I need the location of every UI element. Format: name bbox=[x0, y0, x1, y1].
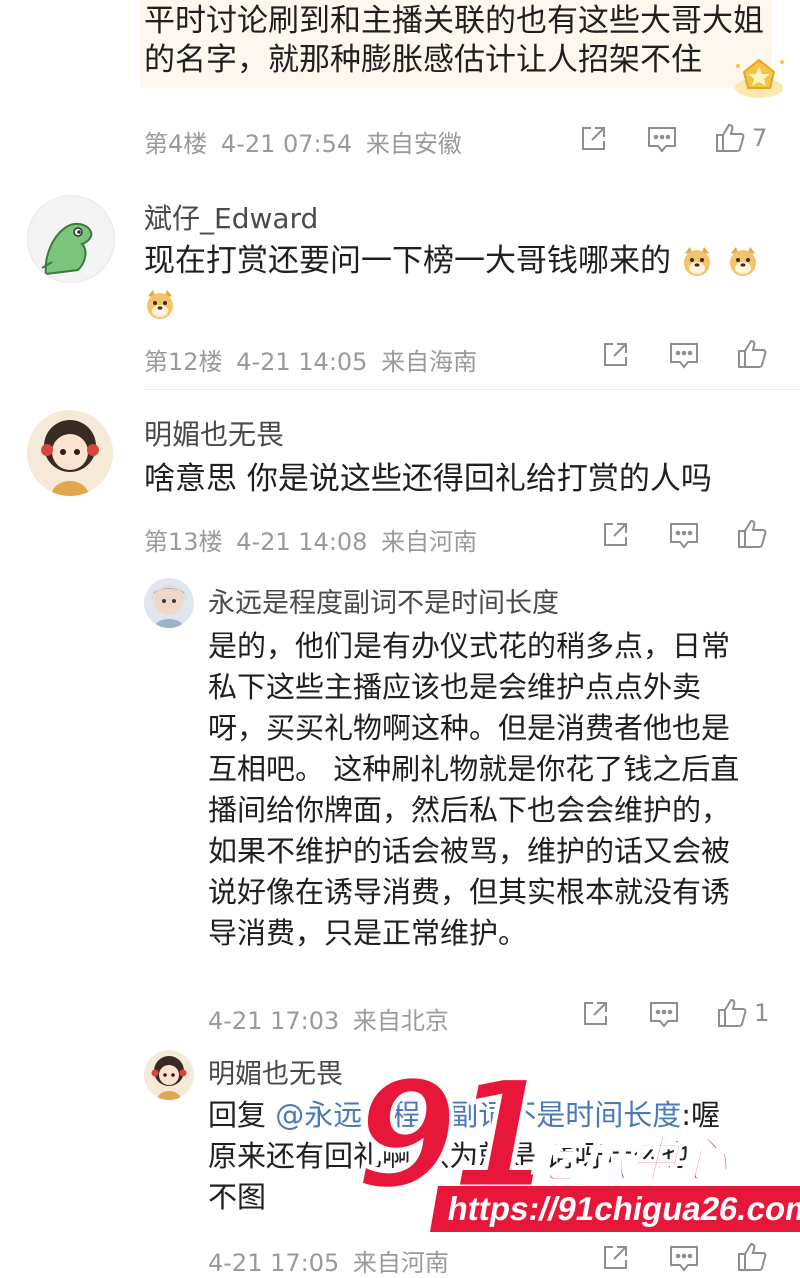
reply-button[interactable] bbox=[668, 1243, 700, 1273]
like-button[interactable]: 1 bbox=[716, 997, 769, 1029]
reply-prefix: 回复 bbox=[208, 1098, 267, 1132]
floor-label: 第12楼 bbox=[144, 348, 223, 376]
share-icon bbox=[582, 127, 605, 150]
share-button[interactable] bbox=[600, 520, 630, 550]
like-icon bbox=[738, 1242, 767, 1271]
location-label: 来自安徽 bbox=[365, 130, 462, 158]
dog-emoji bbox=[681, 245, 713, 277]
like-icon bbox=[716, 123, 745, 152]
share-button[interactable] bbox=[578, 124, 608, 154]
like-button[interactable]: 7 bbox=[714, 122, 767, 154]
like-icon bbox=[718, 998, 747, 1027]
dog-emoji bbox=[144, 288, 176, 320]
share-button[interactable] bbox=[600, 1243, 630, 1273]
reply-text-line: 互相吧。 这种刷礼物就是你花了钱之后直 bbox=[208, 752, 740, 786]
comment-text-line: 平时讨论刷到和主播关联的也有这些大哥大姐 bbox=[144, 3, 764, 39]
divider bbox=[144, 389, 800, 390]
avatar[interactable] bbox=[27, 195, 115, 283]
time-label: 4-21 14:08 bbox=[236, 528, 368, 556]
location-label: 来自河南 bbox=[381, 528, 478, 556]
comment-meta: 第4楼 4-21 07:54 来自安徽 bbox=[144, 124, 462, 159]
reply-text-line: 呀，买买礼物啊这种。但是消费者他也是 bbox=[208, 711, 731, 745]
comment-icon bbox=[670, 1246, 698, 1272]
reply-text-line: 说好像在诱导消费，但其实根本就没有诱 bbox=[208, 875, 731, 909]
location-label: 来自海南 bbox=[381, 348, 478, 376]
gold-badge-icon bbox=[730, 52, 788, 102]
comment-icon bbox=[650, 1002, 678, 1028]
dog-emoji bbox=[727, 245, 759, 277]
reply-text-line: 导消费，只是正常维护。 bbox=[208, 916, 528, 950]
share-icon bbox=[584, 1002, 607, 1025]
location-label: 来自北京 bbox=[352, 1007, 449, 1035]
comment-icon bbox=[648, 127, 676, 153]
comment-username[interactable]: 明媚也无畏 bbox=[144, 413, 284, 453]
time-label: 4-21 07:54 bbox=[220, 130, 353, 158]
share-icon bbox=[604, 523, 627, 546]
comment-icon bbox=[670, 523, 698, 549]
share-icon bbox=[604, 343, 627, 366]
time-label: 4-21 17:05 bbox=[208, 1249, 340, 1277]
reply-button[interactable] bbox=[646, 124, 678, 154]
like-button[interactable] bbox=[736, 518, 768, 550]
reply-text-line: 播间给你牌面，然后私下也会会维护的， bbox=[208, 793, 731, 827]
share-button[interactable] bbox=[580, 999, 610, 1029]
comment-icon bbox=[670, 343, 698, 369]
reply-text-line: 如果不维护的话会被骂，维护的话又会被 bbox=[208, 834, 731, 868]
comment-text: 现在打赏还要问一下榜一大哥钱哪来的 bbox=[144, 240, 774, 326]
watermark-url: https://91chigua26.com bbox=[429, 1186, 800, 1232]
reply-button[interactable] bbox=[648, 999, 680, 1029]
avatar[interactable] bbox=[144, 578, 194, 628]
watermark: 91 吃瓜中心 https://91chigua26.com bbox=[350, 1054, 800, 1242]
like-count: 1 bbox=[754, 999, 770, 1027]
reply-username[interactable]: 明媚也无畏 bbox=[208, 1052, 343, 1091]
like-icon bbox=[738, 519, 767, 548]
reply-button[interactable] bbox=[668, 520, 700, 550]
like-count: 7 bbox=[752, 124, 768, 152]
avatar[interactable] bbox=[27, 410, 113, 496]
reply-meta: 4-21 17:03 来自北京 bbox=[208, 1001, 449, 1036]
comment-meta: 第13楼 4-21 14:08 来自河南 bbox=[144, 522, 477, 557]
like-button[interactable] bbox=[736, 1241, 768, 1273]
reply-text-line: 私下这些主播应该也是会维护点点外卖 bbox=[208, 670, 702, 704]
comment-meta: 第12楼 4-21 14:05 来自海南 bbox=[144, 342, 477, 377]
location-label: 来自河南 bbox=[352, 1249, 449, 1277]
share-icon bbox=[604, 1246, 627, 1269]
comment-username[interactable]: 斌仔_Edward bbox=[144, 197, 318, 237]
comment-text: 啥意思 你是说这些还得回礼给打赏的人吗 bbox=[144, 461, 712, 497]
floor-label: 第13楼 bbox=[144, 528, 223, 556]
time-label: 4-21 14:05 bbox=[236, 348, 368, 376]
reply-button[interactable] bbox=[668, 340, 700, 370]
reply-text-line: 是的，他们是有办仪式花的稍多点，日常 bbox=[208, 629, 731, 663]
watermark-brand: 吃瓜中心 bbox=[527, 1130, 729, 1190]
comment-text: 平时讨论刷到和主播关联的也有这些大哥大姐 的名字，就那种膨胀感估计让人招架不住 bbox=[144, 0, 764, 82]
reply-text: 是的，他们是有办仪式花的稍多点，日常 私下这些主播应该也是会维护点点外卖 呀，买… bbox=[208, 626, 768, 954]
comment-text-line: 现在打赏还要问一下榜一大哥钱哪来的 bbox=[144, 243, 671, 279]
avatar[interactable] bbox=[144, 1050, 194, 1100]
reply-username[interactable]: 永远是程度副词不是时间长度 bbox=[208, 581, 559, 620]
share-button[interactable] bbox=[600, 340, 630, 370]
floor-label: 第4楼 bbox=[144, 130, 208, 158]
like-icon bbox=[738, 339, 767, 368]
time-label: 4-21 17:03 bbox=[208, 1007, 340, 1035]
like-button[interactable] bbox=[736, 338, 768, 370]
reply-meta: 4-21 17:05 来自河南 bbox=[208, 1243, 449, 1278]
comment-text-line: 的名字，就那种膨胀感估计让人招架不住 bbox=[144, 42, 702, 78]
